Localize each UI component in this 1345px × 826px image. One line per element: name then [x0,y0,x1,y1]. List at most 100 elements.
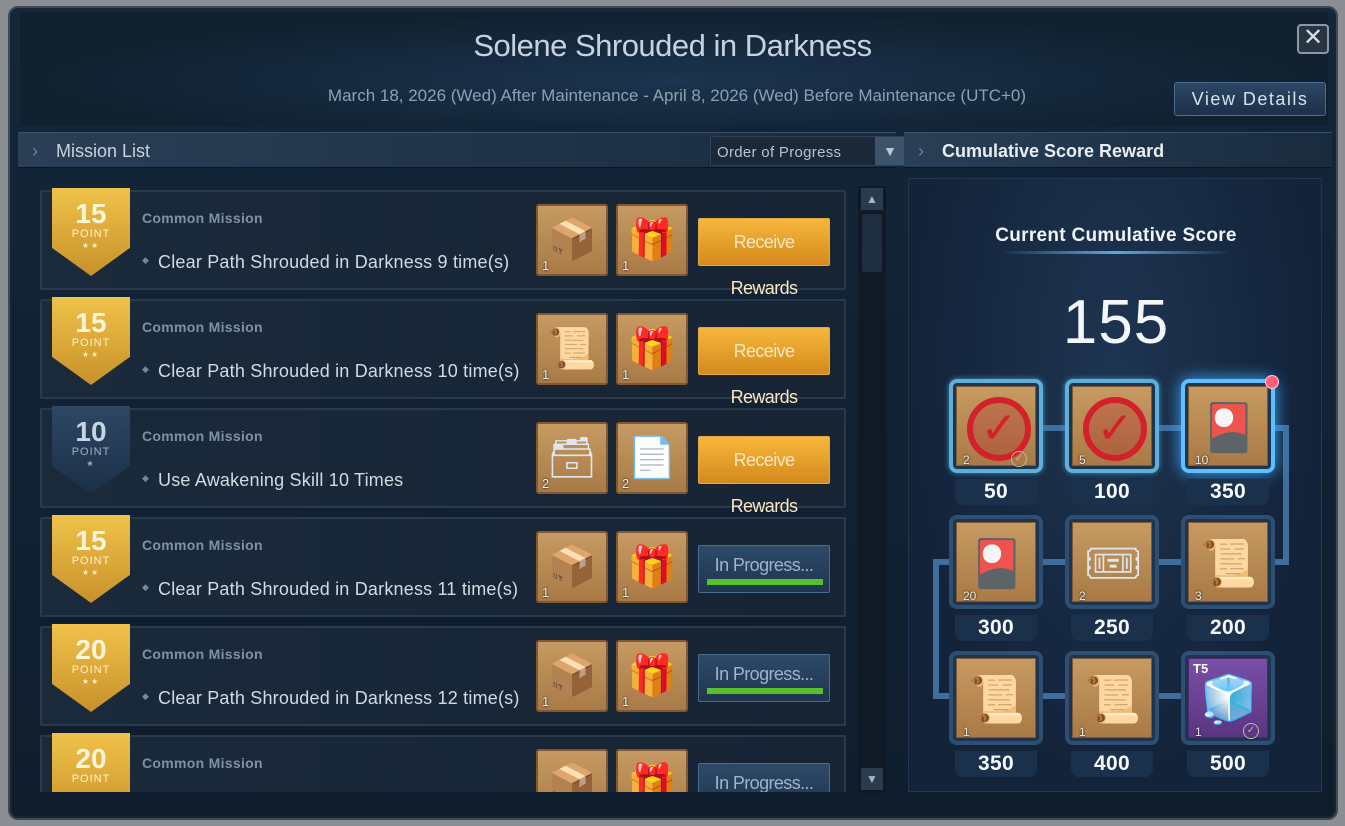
reward-tile[interactable]: 🎟 2 [1065,515,1159,609]
close-icon: ✕ [1302,24,1324,51]
in-progress-label: In Progress... [714,664,814,684]
reward-tile[interactable]: 📜 3 [1181,515,1275,609]
scroll-down-icon[interactable]: ▼ [861,768,883,790]
scroll-up-icon[interactable]: ▲ [861,188,883,210]
reward-slot[interactable]: 📦 1 [536,204,608,276]
mission-description: Clear Path Shrouded in Darkness 11 time(… [142,579,518,600]
score-title: Current Cumulative Score [995,225,1237,246]
cube-chest-icon: 🗃 [546,436,598,480]
upgrade-scroll-icon: 📜 [968,673,1026,725]
tile-qty: 2 [963,453,970,467]
chevron-down-icon[interactable]: ▼ [875,137,905,165]
reward-slot[interactable]: 📦 1 [536,531,608,603]
dark-chest-icon: 📦 [547,218,597,262]
mission-row: 20 POINT ★★ Common Mission Clear Path Sh… [40,624,846,726]
scroll-icon: 📜 [547,327,597,371]
in-progress-label: In Progress... [714,555,814,575]
path-connector [933,559,939,699]
star-icon: ★★ [81,568,101,577]
sort-dropdown[interactable]: Order of Progress ▼ [710,136,906,166]
reward-tile[interactable]: 📜 1 [1065,651,1159,745]
notification-dot-icon [1265,375,1279,389]
mission-scrollbar[interactable]: ▲ ▼ [858,186,886,794]
scroll-thumb[interactable] [862,214,882,272]
reward-qty: 1 [542,258,550,273]
reward-slot[interactable]: 📦 1 [536,640,608,712]
reward-slot[interactable]: 🎁 1 [616,640,688,712]
event-period: March 18, 2026 (Wed) After Maintenance -… [327,86,1027,105]
progress-fill [707,579,823,585]
mission-description: Use Awakening Skill 10 Times [142,470,403,491]
point-label: POINT [71,228,111,240]
claimed-icon: ✓ [1243,723,1259,739]
mission-row: 15 POINT ★★ Common Mission Clear Path Sh… [40,188,846,298]
reward-slot[interactable]: 🗃 2 [536,422,608,494]
point-value: 15 [75,307,107,338]
card-pack-icon: 🎴 [968,537,1026,589]
close-button[interactable]: ✕ [1297,24,1329,54]
tile-score: 500 [1187,751,1269,777]
view-details-button[interactable]: View Details [1174,82,1326,116]
point-value: 20 [75,743,107,774]
reward-slot[interactable]: 📄 2 [616,422,688,494]
path-connector [1283,425,1289,565]
reward-slot[interactable]: 📜 1 [536,313,608,385]
in-progress-button[interactable]: In Progress... [698,545,830,593]
point-badge: 20 POINT ★★ [52,624,130,712]
reward-header: Cumulative Score Reward [942,141,1165,161]
point-value: 15 [75,525,107,556]
point-badge: 15 POINT ★★ [52,297,130,385]
mission-description: Clear Path Shrouded in Darkness 10 time(… [142,361,520,382]
receive-rewards-button[interactable]: Receive Rewards [698,436,830,516]
gold-chest-icon: 🎁 [627,654,677,698]
reward-tile[interactable]: 🎴 10 [1181,375,1279,473]
gold-chest-icon: 🎁 [627,763,677,792]
point-label: POINT [71,664,111,676]
reward-slot[interactable]: 🎁 [616,749,688,792]
card-pack-icon: 🎴 [1200,401,1258,453]
reward-qty: 1 [622,258,630,273]
tile-score: 100 [1071,479,1153,505]
tile-slot: 🎴 10 [1188,386,1268,467]
mission-description: Clear Path Shrouded in Darkness 12 time(… [142,688,520,709]
point-value: 10 [75,416,107,447]
mission-row: 10 POINT ★ Common Mission Use Awakening … [40,406,846,516]
reward-qty: 1 [542,585,550,600]
tile-qty: 3 [1195,589,1202,603]
mission-description: Clear Path Shrouded in Darkness 9 time(s… [142,252,509,273]
tile-slot: 🧊 T5 1 ✓ [1188,658,1268,739]
reward-slot[interactable]: 📦 [536,749,608,792]
scroll-icon: 📜 [1084,673,1142,725]
progress-bar [707,579,823,585]
reward-slot[interactable]: 🎁 1 [616,204,688,276]
reward-qty: 1 [622,694,630,709]
mission-list-bar: › Mission List Order of Progress ▼ [18,132,906,168]
tile-slot: ✓ 2 ✓ [956,386,1036,467]
tile-qty: 1 [963,725,970,739]
reward-tile[interactable]: 🧊 T5 1 ✓ [1181,651,1275,745]
mission-row: 15 POINT ★★ Common Mission Clear Path Sh… [40,297,846,407]
reward-tile[interactable]: ✓ 5 [1065,379,1159,473]
mission-row: 20 POINT Common Mission 📦 🎁 In Progress.… [40,733,846,792]
in-progress-button[interactable]: In Progress... [698,763,830,792]
reward-tile[interactable]: 🎴 20 [949,515,1043,609]
reward-tile[interactable]: ✓ 2 ✓ [949,379,1043,473]
tile-qty: 20 [963,589,977,603]
reward-tile[interactable]: 📜 1 [949,651,1043,745]
claimed-icon: ✓ [1011,451,1027,467]
mission-type: Common Mission [142,210,263,226]
receive-rewards-button[interactable]: Receive Rewards [698,327,830,407]
reward-slot[interactable]: 🎁 1 [616,313,688,385]
tile-slot: 📜 3 [1188,522,1268,603]
in-progress-label: In Progress... [714,773,814,792]
tile-score: 250 [1071,615,1153,641]
mission-type: Common Mission [142,755,263,771]
tier-label: T5 [1193,661,1209,676]
in-progress-button[interactable]: In Progress... [698,654,830,702]
blueprint-scroll-icon: 📄 [627,436,677,480]
point-badge: 15 POINT ★★ [52,188,130,276]
chevron-right-icon: › [918,141,924,161]
receive-rewards-button[interactable]: Receive Rewards [698,218,830,298]
reward-slot[interactable]: 🎁 1 [616,531,688,603]
point-label: POINT [71,337,111,349]
